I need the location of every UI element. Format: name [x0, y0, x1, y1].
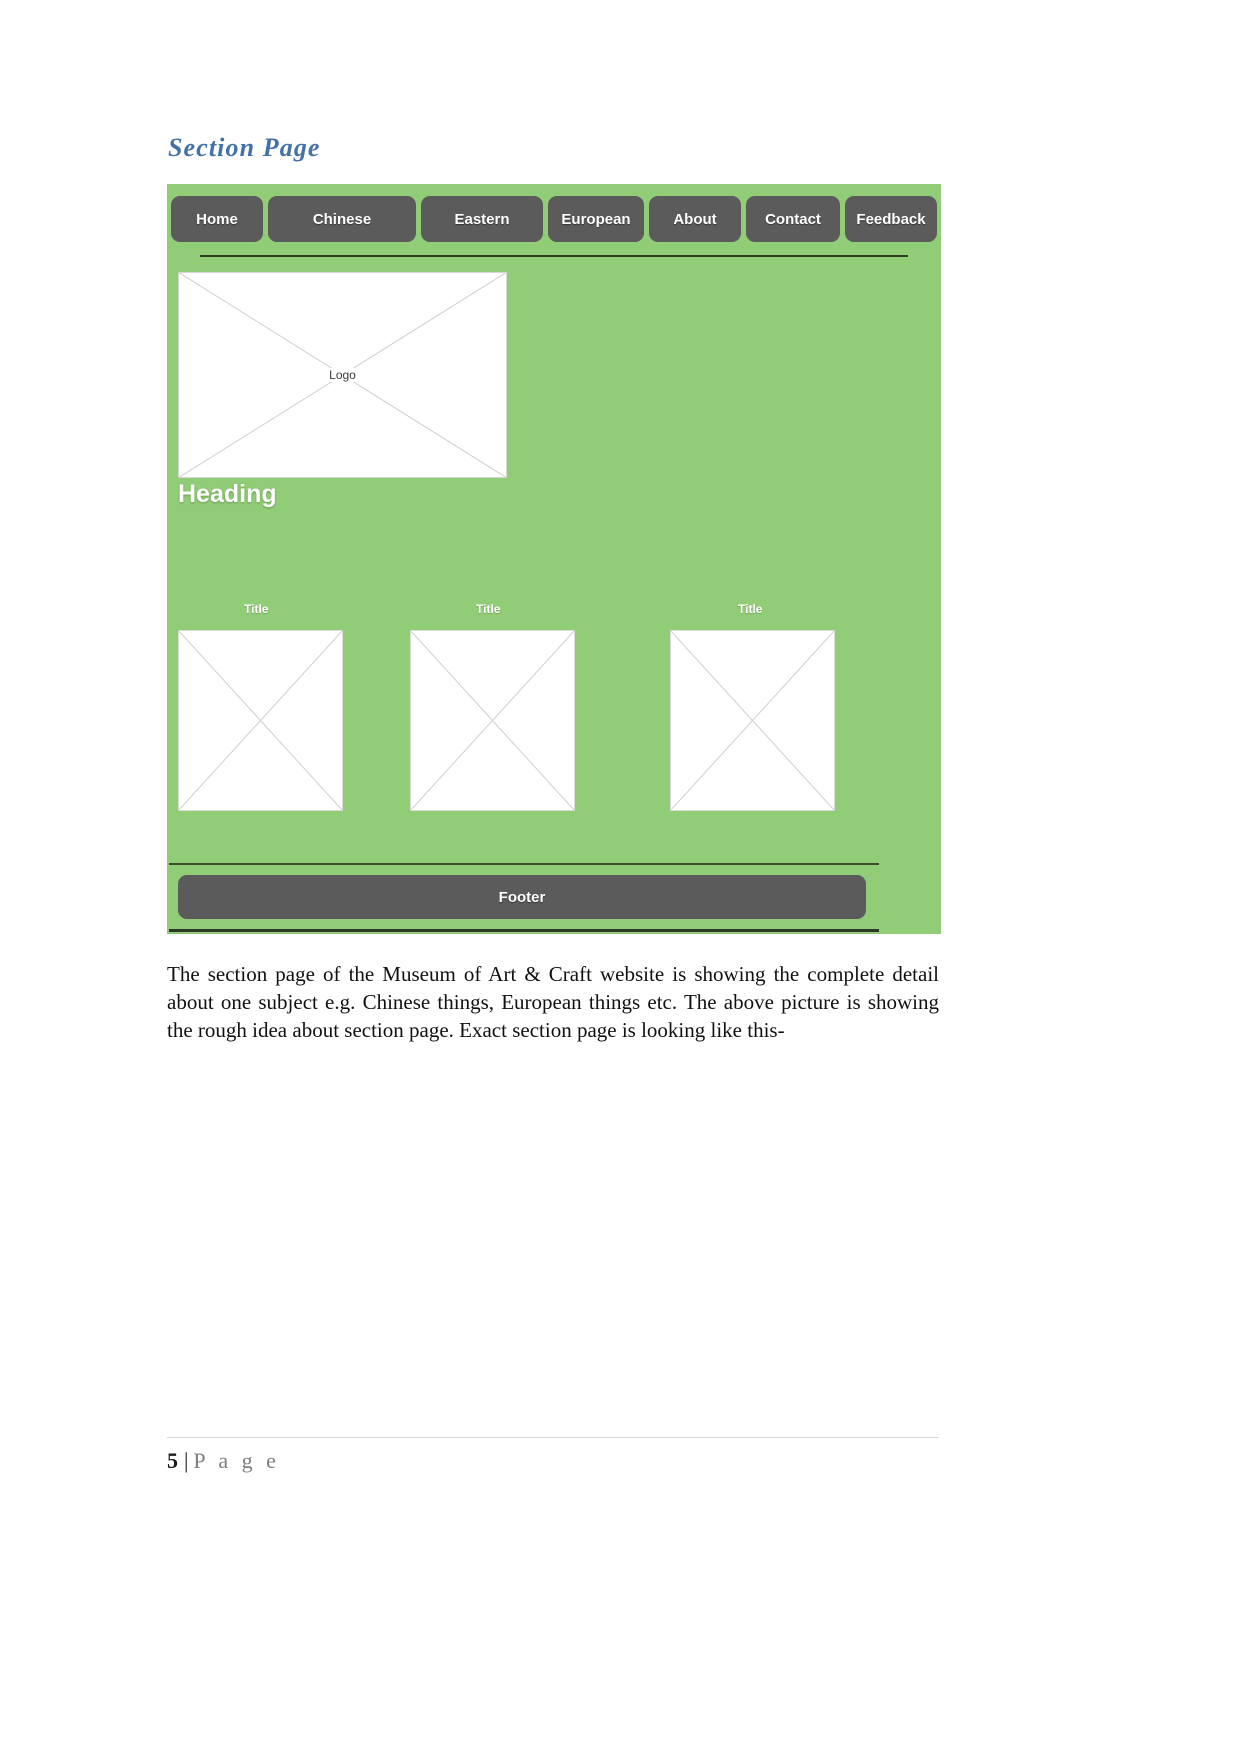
nav-item-home[interactable]: Home — [171, 196, 263, 242]
page-footer-divider — [167, 1437, 939, 1438]
page-number: 5 — [167, 1448, 178, 1473]
wireframe-mockup: Home Chinese Eastern European About Cont… — [167, 184, 941, 934]
nav-item-eastern[interactable]: Eastern — [421, 196, 543, 242]
nav-item-contact[interactable]: Contact — [746, 196, 840, 242]
nav-item-chinese[interactable]: Chinese — [268, 196, 416, 242]
card-grid: Title Title Title — [167, 602, 941, 840]
card-image-placeholder — [178, 630, 343, 811]
document-page: Section Page Home Chinese Eastern Europe… — [0, 0, 1241, 1754]
card-title: Title — [476, 602, 501, 616]
nav-item-feedback[interactable]: Feedback — [845, 196, 937, 242]
page-title: Section Page — [168, 133, 321, 162]
placeholder-cross-icon — [178, 630, 343, 811]
placeholder-cross-icon — [670, 630, 835, 811]
body-paragraph: The section page of the Museum of Art & … — [167, 962, 939, 1042]
footer-divider-rule — [169, 863, 879, 865]
mockup-footer-bar[interactable]: Footer — [178, 875, 866, 919]
page-footer: 5 | P a g e — [167, 1448, 280, 1474]
card-title: Title — [738, 602, 763, 616]
mockup-navbar: Home Chinese Eastern European About Cont… — [171, 196, 939, 254]
logo-placeholder: Logo — [178, 272, 507, 478]
nav-item-european[interactable]: European — [548, 196, 644, 242]
placeholder-cross-icon — [410, 630, 575, 811]
mockup-heading: Heading — [178, 480, 277, 508]
page-footer-separator: | — [184, 1448, 189, 1473]
nav-divider-rule — [200, 255, 908, 257]
mockup-bottom-rule — [169, 929, 879, 932]
page-footer-word: P a g e — [193, 1448, 280, 1473]
nav-item-about[interactable]: About — [649, 196, 741, 242]
card-image-placeholder — [410, 630, 575, 811]
card-image-placeholder — [670, 630, 835, 811]
card-title: Title — [244, 602, 269, 616]
logo-placeholder-label: Logo — [319, 368, 366, 382]
